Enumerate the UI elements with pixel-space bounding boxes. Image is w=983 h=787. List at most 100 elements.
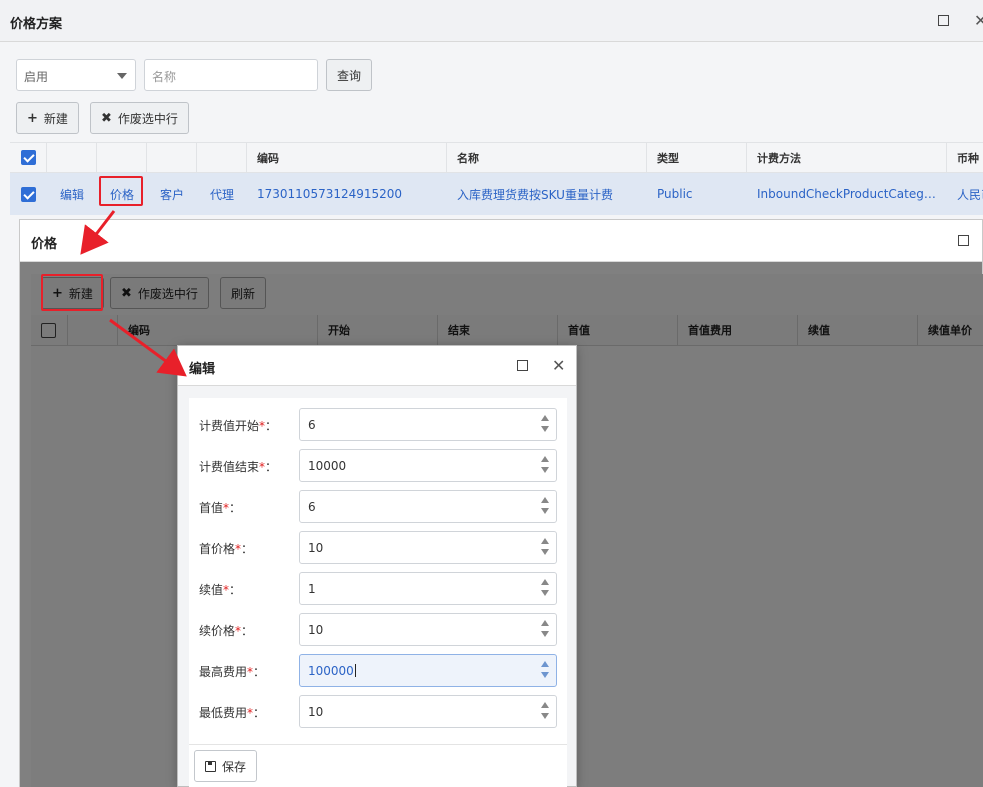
refresh-button[interactable]: 刷新 — [220, 277, 267, 309]
void-selected-button[interactable]: ✖ 作废选中行 — [90, 102, 189, 134]
price-select-all-checkbox[interactable] — [41, 322, 56, 338]
edit-form: 计费值开始*： 6 计费值结束*： 10000 首值*： 6 首价格*： 10 … — [189, 398, 567, 744]
close-icon[interactable]: ✕ — [552, 358, 565, 374]
maximize-icon[interactable] — [517, 360, 528, 371]
select-all-checkbox[interactable] — [21, 150, 36, 165]
header-blank-1 — [47, 143, 97, 172]
field-label: 续值*： — [199, 583, 242, 597]
price-select-all-cell[interactable] — [31, 315, 68, 345]
edit-dialog-title: 编辑 — [189, 362, 216, 377]
row-checkbox[interactable] — [21, 186, 36, 202]
status-select[interactable]: 启用 — [16, 59, 136, 91]
void-price-label: 作废选中行 — [137, 286, 198, 301]
charge-start-input[interactable]: 6 — [299, 408, 557, 441]
field-max-fee: 最高费用*： 100000 — [189, 654, 567, 687]
stepper-arrows-icon[interactable] — [540, 538, 550, 558]
row-currency: 人民币 — [957, 187, 983, 202]
field-next-value: 续值*： 1 — [189, 572, 567, 605]
row-code: 1730110573124915200 — [257, 187, 403, 201]
field-label: 首值*： — [199, 501, 242, 515]
row-agent-link[interactable]: 代理 — [197, 173, 247, 215]
row-edit-link[interactable]: 编辑 — [47, 173, 97, 215]
stepper-arrows-icon[interactable] — [540, 620, 550, 640]
row-type: Public — [657, 187, 693, 201]
col-next-value[interactable]: 续值 — [798, 315, 918, 345]
edit-dialog: 编辑 ✕ 计费值开始*： 6 计费值结束*： 10000 首值*： 6 首价格*… — [177, 345, 577, 787]
annotation-box-new-button — [41, 274, 103, 311]
select-all-cell[interactable] — [10, 143, 47, 172]
field-label: 计费值结束*： — [199, 460, 278, 474]
name-placeholder: 名称 — [152, 70, 177, 84]
col-currency[interactable]: 币种 — [947, 143, 983, 172]
field-first-price: 首价格*： 10 — [189, 531, 567, 564]
field-label: 续价格*： — [199, 624, 254, 638]
charge-end-input[interactable]: 10000 — [299, 449, 557, 482]
header-blank-3 — [147, 143, 197, 172]
plan-grid-header: 编码 名称 类型 计费方法 币种 — [10, 142, 983, 173]
refresh-label: 刷新 — [231, 286, 256, 301]
stepper-arrows-icon[interactable] — [540, 579, 550, 599]
price-window-titlebar: 价格 — [20, 220, 982, 262]
plus-icon: + — [27, 110, 38, 126]
stepper-arrows-icon[interactable] — [540, 702, 550, 722]
col-type[interactable]: 类型 — [647, 143, 747, 172]
annotation-box-price-link — [99, 176, 143, 206]
first-price-input[interactable]: 10 — [299, 531, 557, 564]
maximize-icon[interactable] — [958, 235, 969, 246]
stepper-arrows-icon[interactable] — [540, 456, 550, 476]
next-value-input[interactable]: 1 — [299, 572, 557, 605]
name-search-input[interactable]: 名称 — [144, 59, 318, 91]
void-price-button[interactable]: ✖ 作废选中行 — [110, 277, 209, 309]
new-plan-button[interactable]: + 新建 — [16, 102, 79, 134]
price-window-title: 价格 — [31, 237, 58, 252]
col-first-value[interactable]: 首值 — [558, 315, 678, 345]
header-blank-2 — [97, 143, 147, 172]
row-method: InboundCheckProductCateg… — [757, 187, 936, 201]
x-icon: ✖ — [121, 285, 132, 301]
stepper-arrows-icon[interactable] — [540, 661, 550, 681]
col-start[interactable]: 开始 — [318, 315, 438, 345]
query-button[interactable]: 查询 — [326, 59, 373, 91]
chevron-down-icon — [117, 73, 127, 79]
field-label: 最高费用*： — [199, 665, 266, 679]
min-fee-input[interactable]: 10 — [299, 695, 557, 728]
row-customer-link[interactable]: 客户 — [147, 173, 197, 215]
price-grid-header: 编码 开始 结束 首值 首值费用 续值 续值单价 — [31, 315, 983, 346]
header-blank-4 — [197, 143, 247, 172]
text-caret — [354, 664, 356, 677]
maximize-icon[interactable] — [938, 15, 949, 26]
price-plan-titlebar: 价格方案 ✕ — [0, 0, 983, 42]
row-name: 入库费理货费按SKU重量计费 — [457, 187, 613, 202]
field-label: 首价格*： — [199, 542, 254, 556]
void-selected-label: 作废选中行 — [117, 111, 178, 126]
stepper-arrows-icon[interactable] — [540, 415, 550, 435]
table-row[interactable]: 编辑 价格 客户 代理 1730110573124915200 入库费理货费按S… — [10, 173, 983, 215]
save-button[interactable]: 保存 — [194, 750, 258, 782]
field-label: 最低费用*： — [199, 706, 266, 720]
field-next-price: 续价格*： 10 — [189, 613, 567, 646]
col-code[interactable]: 编码 — [247, 143, 447, 172]
field-first-value: 首值*： 6 — [189, 490, 567, 523]
window-title: 价格方案 — [10, 17, 63, 32]
next-price-input[interactable]: 10 — [299, 613, 557, 646]
field-min-fee: 最低费用*： 10 — [189, 695, 567, 728]
first-value-input[interactable]: 6 — [299, 490, 557, 523]
max-fee-input[interactable]: 100000 — [299, 654, 557, 687]
col-next-price[interactable]: 续值单价 — [918, 315, 983, 345]
close-icon[interactable]: ✕ — [974, 13, 983, 29]
col-name[interactable]: 名称 — [447, 143, 647, 172]
row-select-cell[interactable] — [10, 173, 47, 215]
field-start: 计费值开始*： 6 — [189, 408, 567, 441]
x-icon: ✖ — [101, 110, 112, 126]
col-price-code[interactable]: 编码 — [118, 315, 318, 345]
col-first-fee[interactable]: 首值费用 — [678, 315, 798, 345]
stepper-arrows-icon[interactable] — [540, 497, 550, 517]
col-method[interactable]: 计费方法 — [747, 143, 947, 172]
col-end[interactable]: 结束 — [438, 315, 558, 345]
price-header-blank — [68, 315, 118, 345]
field-label: 计费值开始*： — [199, 419, 278, 433]
edit-dialog-titlebar: 编辑 ✕ — [178, 346, 576, 386]
edit-dialog-footer: 保存 — [189, 744, 567, 787]
new-plan-label: 新建 — [43, 111, 68, 126]
floppy-disk-icon — [205, 760, 216, 772]
